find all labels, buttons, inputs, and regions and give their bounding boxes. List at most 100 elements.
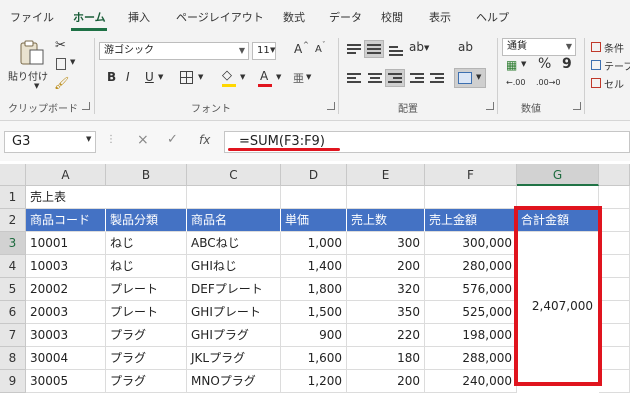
tab-insert[interactable]: 挿入 xyxy=(128,9,150,25)
cell-product-name[interactable]: MNOプラグ xyxy=(187,370,281,393)
row-header-8[interactable]: 8 xyxy=(0,347,26,370)
format-painter-icon[interactable]: 🖌 xyxy=(54,76,69,90)
font-size-dropdown-icon[interactable]: ▼ xyxy=(270,46,275,54)
merge-dropdown-icon[interactable]: ▼ xyxy=(476,73,481,81)
align-bottom-icon[interactable] xyxy=(389,43,403,56)
cell-product-code[interactable]: 30003 xyxy=(26,324,106,347)
cell[interactable] xyxy=(599,278,630,301)
cell-unit-price[interactable]: 1,800 xyxy=(281,278,347,301)
cancel-entry-button[interactable]: × xyxy=(137,132,149,148)
column-header-c[interactable]: C xyxy=(187,164,281,186)
row-header-6[interactable]: 6 xyxy=(0,301,26,324)
cell-category[interactable]: プラグ xyxy=(106,347,187,370)
tab-view[interactable]: 表示 xyxy=(429,9,451,25)
tab-help[interactable]: ヘルプ xyxy=(476,9,509,25)
row-header-5[interactable]: 5 xyxy=(0,278,26,301)
cell-quantity[interactable]: 200 xyxy=(347,370,425,393)
row-header-9[interactable]: 9 xyxy=(0,370,26,393)
cell-product-name[interactable]: ABCねじ xyxy=(187,232,281,255)
cell-sales-amount[interactable]: 240,000 xyxy=(425,370,517,393)
header-cell-quantity[interactable]: 売上数 xyxy=(347,209,425,232)
fill-color-dropdown-icon[interactable]: ▼ xyxy=(240,73,245,81)
cell-product-name[interactable]: GHIプレート xyxy=(187,301,281,324)
cell-product-code[interactable]: 20003 xyxy=(26,301,106,324)
orientation-dropdown-icon[interactable]: ▼ xyxy=(424,44,429,52)
cell-sales-amount[interactable]: 280,000 xyxy=(425,255,517,278)
cell-quantity[interactable]: 300 xyxy=(347,232,425,255)
insert-function-button[interactable]: fx xyxy=(199,133,210,147)
column-header-g[interactable]: G xyxy=(517,164,599,186)
cell-category[interactable]: プラグ xyxy=(106,324,187,347)
tab-file[interactable]: ファイル xyxy=(10,9,54,25)
cell-unit-price[interactable]: 1,000 xyxy=(281,232,347,255)
font-color-button[interactable]: A xyxy=(260,69,268,83)
row-header-2[interactable]: 2 xyxy=(0,209,26,232)
cell[interactable] xyxy=(599,370,630,393)
cell[interactable] xyxy=(599,255,630,278)
cell-styles-button[interactable]: セル xyxy=(604,76,624,91)
font-color-dropdown-icon[interactable]: ▼ xyxy=(276,73,281,81)
accounting-format-icon[interactable]: ▦ xyxy=(506,58,517,72)
comma-style-button[interactable]: 9 xyxy=(562,56,572,72)
orientation-icon[interactable]: ab xyxy=(409,40,424,54)
accounting-dropdown-icon[interactable]: ▼ xyxy=(521,60,526,68)
row-header-1[interactable]: 1 xyxy=(0,186,26,209)
align-left-icon[interactable] xyxy=(347,72,361,84)
align-center-icon[interactable] xyxy=(368,72,382,84)
italic-button[interactable]: I xyxy=(126,70,130,84)
cell-category[interactable]: ねじ xyxy=(106,232,187,255)
decrease-decimal-button[interactable]: .00→0 xyxy=(536,78,561,87)
paste-dropdown-icon[interactable]: ▼ xyxy=(34,82,39,90)
cell-quantity[interactable]: 200 xyxy=(347,255,425,278)
name-box-dropdown-icon[interactable]: ▼ xyxy=(86,135,91,143)
column-header-a[interactable]: A xyxy=(26,164,106,186)
confirm-entry-button[interactable]: ✓ xyxy=(167,132,178,147)
name-box[interactable]: G3 xyxy=(4,131,96,153)
cell-product-name[interactable]: DEFプレート xyxy=(187,278,281,301)
cell-category[interactable]: プラグ xyxy=(106,370,187,393)
underline-dropdown-icon[interactable]: ▼ xyxy=(158,73,163,81)
cell-product-name[interactable]: JKLプラグ xyxy=(187,347,281,370)
cell-sales-amount[interactable]: 288,000 xyxy=(425,347,517,370)
cell-product-code[interactable]: 10001 xyxy=(26,232,106,255)
cell-product-code[interactable]: 20002 xyxy=(26,278,106,301)
wrap-text-icon[interactable]: ab xyxy=(458,40,473,54)
row-header-4[interactable]: 4 xyxy=(0,255,26,278)
phonetic-dropdown-icon[interactable]: ▼ xyxy=(306,73,311,81)
alignment-launcher-icon[interactable] xyxy=(486,102,494,110)
copy-icon[interactable] xyxy=(56,58,66,70)
header-cell-product-code[interactable]: 商品コード xyxy=(26,209,106,232)
cell[interactable] xyxy=(599,301,630,324)
cell-sales-amount[interactable]: 300,000 xyxy=(425,232,517,255)
cell-category[interactable]: ねじ xyxy=(106,255,187,278)
number-format-select[interactable]: 通貨 ▼ xyxy=(502,38,576,56)
sheet-title-cell[interactable]: 売上表 xyxy=(26,186,106,209)
cell-unit-price[interactable]: 900 xyxy=(281,324,347,347)
bold-button[interactable]: B xyxy=(107,70,116,84)
cell-unit-price[interactable]: 1,600 xyxy=(281,347,347,370)
cell-quantity[interactable]: 220 xyxy=(347,324,425,347)
copy-dropdown-icon[interactable]: ▼ xyxy=(70,58,75,66)
cell-product-name[interactable]: GHIプラグ xyxy=(187,324,281,347)
paste-label[interactable]: 貼り付け xyxy=(8,68,48,83)
cell-unit-price[interactable]: 1,200 xyxy=(281,370,347,393)
tab-home[interactable]: ホーム xyxy=(73,9,106,25)
align-top-icon[interactable] xyxy=(347,43,361,55)
cell[interactable] xyxy=(599,324,630,347)
increase-indent-icon[interactable] xyxy=(430,72,444,84)
cell-product-code[interactable]: 30004 xyxy=(26,347,106,370)
format-as-table-button[interactable]: テーブ xyxy=(604,58,630,73)
borders-icon[interactable] xyxy=(180,71,193,84)
column-header-d[interactable]: D xyxy=(281,164,347,186)
phonetic-button[interactable]: 亜 xyxy=(293,70,304,86)
conditional-format-button[interactable]: 条件 xyxy=(604,40,624,55)
header-cell-unit-price[interactable]: 単価 xyxy=(281,209,347,232)
cell-product-code[interactable]: 30005 xyxy=(26,370,106,393)
header-cell-category[interactable]: 製品分類 xyxy=(106,209,187,232)
cell-product-code[interactable]: 10003 xyxy=(26,255,106,278)
tab-page-layout[interactable]: ページレイアウト xyxy=(176,9,264,25)
tab-review[interactable]: 校閲 xyxy=(381,9,403,25)
increase-decimal-button[interactable]: ←.00 xyxy=(506,78,525,87)
cell-product-name[interactable]: GHIねじ xyxy=(187,255,281,278)
cell-quantity[interactable]: 320 xyxy=(347,278,425,301)
